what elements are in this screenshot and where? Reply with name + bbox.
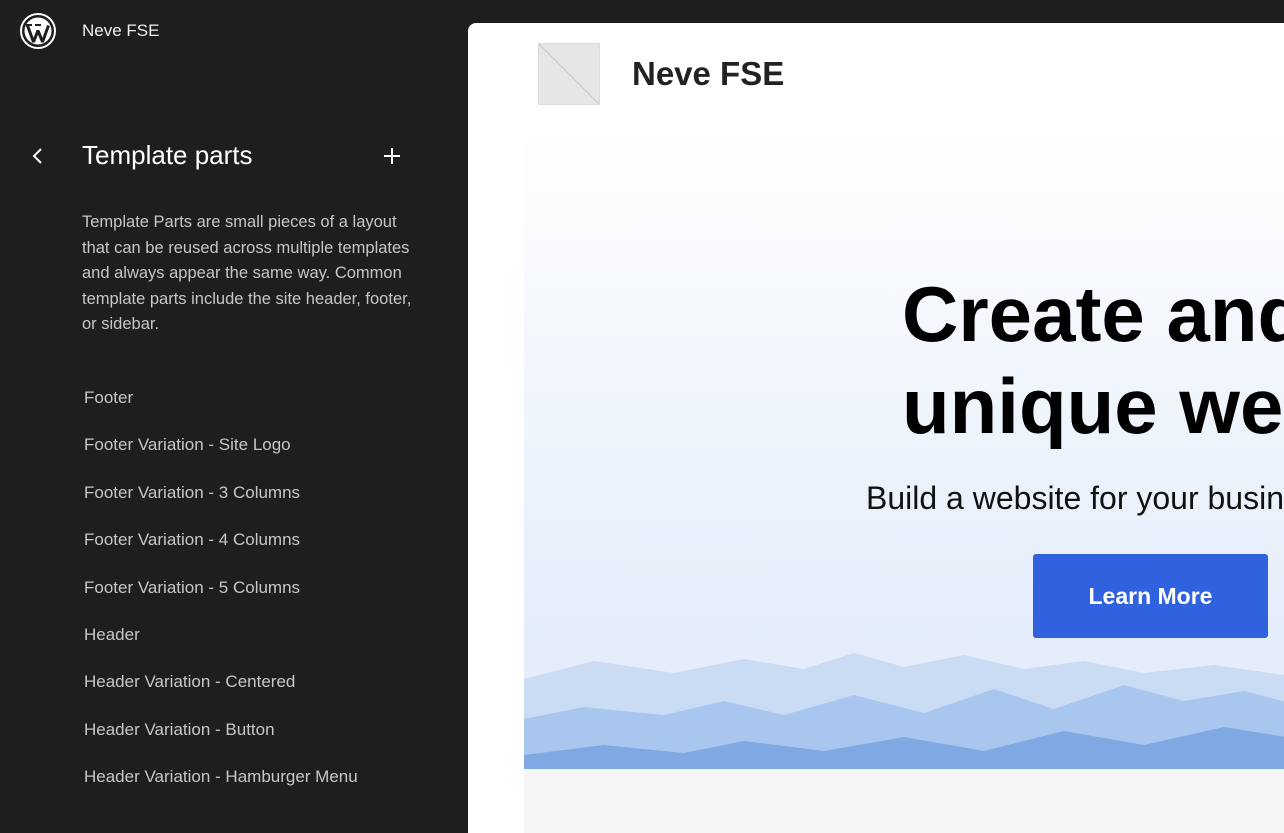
- preview-site-title: Neve FSE: [632, 55, 785, 92]
- template-part-item-header-centered[interactable]: Header Variation - Centered: [84, 672, 358, 719]
- template-part-item-footer-3-columns[interactable]: Footer Variation - 3 Columns: [84, 483, 358, 530]
- learn-more-button[interactable]: Learn More: [1033, 554, 1268, 638]
- hero-section: Create andunique web Build a website for…: [524, 128, 1284, 769]
- next-section-strip: [524, 769, 1284, 833]
- hero-subtitle: Build a website for your busin: [866, 480, 1284, 516]
- template-part-item-footer-4-columns[interactable]: Footer Variation - 4 Columns: [84, 530, 358, 577]
- plus-icon: [384, 148, 400, 164]
- hero-heading: Create andunique web: [902, 268, 1284, 452]
- template-part-item-header-button[interactable]: Header Variation - Button: [84, 720, 358, 767]
- preview-canvas[interactable]: Neve FSE Create andunique web Build a we…: [468, 23, 1284, 833]
- template-parts-list: Footer Footer Variation - Site Logo Foot…: [84, 388, 358, 815]
- section-title: Template parts: [82, 140, 253, 170]
- template-part-item-header[interactable]: Header: [84, 625, 358, 672]
- editor-sidebar: Neve FSE Template parts Template Parts a…: [0, 0, 468, 821]
- template-part-item-footer[interactable]: Footer: [84, 388, 358, 435]
- site-name[interactable]: Neve FSE: [82, 21, 159, 41]
- hero-heading-line-1: Create and: [902, 270, 1284, 358]
- chevron-left-icon: [32, 148, 42, 164]
- template-part-item-footer-site-logo[interactable]: Footer Variation - Site Logo: [84, 435, 358, 482]
- template-part-item-footer-5-columns[interactable]: Footer Variation - 5 Columns: [84, 578, 358, 625]
- template-part-item-header-hamburger[interactable]: Header Variation - Hamburger Menu: [84, 767, 358, 814]
- section-description: Template Parts are small pieces of a lay…: [82, 213, 412, 333]
- site-logo-placeholder: [538, 43, 600, 105]
- back-button[interactable]: [24, 140, 52, 172]
- add-template-part-button[interactable]: [376, 140, 408, 172]
- hero-heading-line-2: unique web: [902, 362, 1284, 450]
- wordpress-logo-icon[interactable]: [20, 13, 56, 49]
